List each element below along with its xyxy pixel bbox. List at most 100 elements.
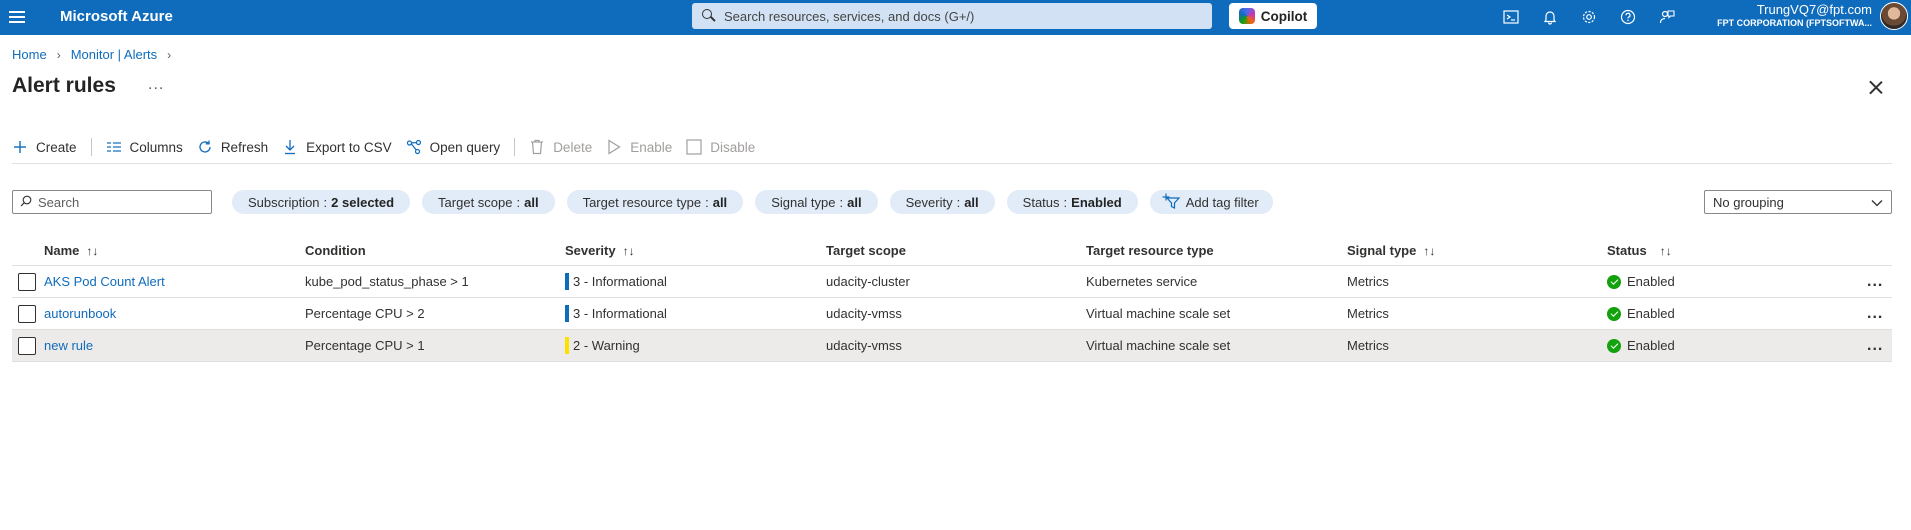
create-label: Create [36, 139, 77, 155]
filter-pills: Subscription:2 selected Target scope: all… [232, 190, 1273, 214]
disable-button[interactable]: Disable [686, 139, 755, 155]
alert-rules-table: Name ↑↓ Condition Severity ↑↓ Target scope… [12, 236, 1892, 362]
search-icon [702, 9, 716, 23]
command-bar: Create Columns Refresh Export to CSV Ope… [12, 135, 769, 159]
refresh-label: Refresh [220, 139, 269, 155]
filter-separator: : [1063, 194, 1068, 210]
filter-label: Subscription [248, 194, 320, 210]
more-options-icon[interactable]: ... [148, 76, 164, 94]
cloud-shell-icon[interactable] [1500, 6, 1522, 28]
status-filter[interactable]: Status: Enabled [1006, 190, 1138, 214]
severity-label: 3 - Informational [573, 274, 667, 289]
brand-title[interactable]: Microsoft Azure [60, 8, 173, 25]
table-row[interactable]: autorunbook Percentage CPU > 2 3 - Infor… [12, 298, 1892, 330]
table-row[interactable]: new rule Percentage CPU > 1 2 - Warning … [12, 330, 1892, 362]
breadcrumb: Home › Monitor | Alerts › [12, 47, 181, 62]
global-search-input[interactable]: Search resources, services, and docs (G+… [692, 3, 1212, 29]
rule-target-resource-type: Virtual machine scale set [1086, 338, 1231, 353]
column-header-target-scope: Target scope [826, 243, 906, 258]
search-input[interactable] [38, 194, 208, 210]
column-header-condition: Condition [305, 243, 366, 258]
status-label: Enabled [1627, 306, 1675, 321]
column-header-severity[interactable]: Severity ↑↓ [565, 243, 635, 258]
settings-icon[interactable] [1578, 6, 1600, 28]
stop-icon [686, 139, 702, 155]
row-checkbox[interactable] [18, 304, 36, 323]
rule-target-scope: udacity-vmss [826, 338, 902, 353]
column-header-label: Name [44, 243, 80, 258]
toolbar-divider [90, 138, 92, 156]
help-icon[interactable] [1617, 6, 1639, 28]
grouping-dropdown[interactable]: No grouping [1704, 190, 1892, 214]
column-header-label: Signal type [1347, 243, 1417, 258]
breadcrumb-home[interactable]: Home [12, 47, 47, 62]
copilot-button[interactable]: Copilot [1229, 3, 1317, 29]
filter-separator: : [956, 194, 961, 210]
row-more-options-icon[interactable]: ... [1867, 337, 1883, 355]
download-icon [282, 139, 298, 155]
row-more-options-icon[interactable]: ... [1867, 273, 1883, 291]
rule-status: Enabled [1607, 338, 1675, 353]
rule-name-link[interactable]: AKS Pod Count Alert [44, 274, 165, 289]
delete-button[interactable]: Delete [529, 139, 592, 155]
filter-value: all [964, 194, 979, 210]
rule-target-resource-type: Virtual machine scale set [1086, 306, 1231, 321]
breadcrumb-monitor-alerts[interactable]: Monitor | Alerts [71, 47, 157, 62]
menu-icon[interactable] [9, 9, 25, 25]
filter-value: all [712, 194, 728, 210]
search-icon [20, 195, 32, 210]
export-csv-label: Export to CSV [306, 139, 392, 155]
column-header-status[interactable]: Status ↑↓ [1607, 243, 1672, 258]
open-query-button[interactable]: Open query [406, 139, 500, 155]
add-filter-icon [1162, 193, 1181, 212]
trash-icon [529, 139, 545, 155]
sort-icon: ↑↓ [1659, 243, 1672, 258]
chevron-right-icon: › [167, 47, 172, 62]
filter-label: Signal type [771, 194, 836, 210]
subscription-filter[interactable]: Subscription:2 selected [232, 190, 411, 214]
filter-label: Target resource type [582, 194, 702, 210]
target-resource-type-filter[interactable]: Target resource type: all [566, 190, 744, 214]
row-checkbox[interactable] [18, 272, 36, 291]
refresh-button[interactable]: Refresh [197, 139, 268, 155]
feedback-icon[interactable] [1656, 6, 1678, 28]
filter-value: 2 selected [331, 194, 395, 210]
sort-icon: ↑↓ [86, 244, 99, 258]
query-icon [406, 139, 422, 155]
signal-type-filter[interactable]: Signal type: all [755, 190, 878, 214]
table-row[interactable]: AKS Pod Count Alert kube_pod_status_phas… [12, 266, 1892, 298]
row-checkbox[interactable] [18, 336, 36, 355]
close-icon[interactable] [1866, 78, 1886, 98]
column-header-name[interactable]: Name ↑↓ [44, 243, 98, 258]
rule-status: Enabled [1607, 274, 1675, 289]
column-header-signal-type[interactable]: Signal type ↑↓ [1347, 243, 1435, 258]
notifications-icon[interactable] [1539, 6, 1561, 28]
columns-button[interactable]: Columns [106, 139, 183, 155]
filter-label: Target scope [438, 194, 513, 210]
column-header-target-resource-type: Target resource type [1086, 243, 1214, 258]
column-header-label: Status [1607, 243, 1647, 258]
check-circle-icon [1607, 306, 1621, 321]
enable-button[interactable]: Enable [606, 139, 672, 155]
rule-target-scope: udacity-vmss [826, 306, 902, 321]
export-csv-button[interactable]: Export to CSV [282, 139, 392, 155]
target-scope-filter[interactable]: Target scope: all [422, 190, 555, 214]
status-label: Enabled [1627, 274, 1675, 289]
add-tag-filter-button[interactable]: Add tag filter [1149, 190, 1273, 214]
filter-value: all [847, 194, 862, 210]
severity-filter[interactable]: Severity: all [889, 190, 995, 214]
refresh-icon [197, 139, 213, 155]
account-org: FPT CORPORATION (FPTSOFTWA... [1717, 18, 1872, 28]
filter-label: Status [1022, 194, 1060, 210]
avatar[interactable] [1880, 2, 1908, 30]
rule-name-link[interactable]: autorunbook [44, 306, 116, 321]
rule-condition: Percentage CPU > 1 [305, 338, 425, 353]
severity-indicator [565, 337, 569, 354]
search-field[interactable] [12, 190, 212, 214]
create-button[interactable]: Create [12, 139, 77, 155]
account-info[interactable]: TrungVQ7@fpt.com FPT CORPORATION (FPTSOF… [1700, 2, 1872, 28]
rule-condition: kube_pod_status_phase > 1 [305, 274, 469, 289]
columns-label: Columns [129, 139, 183, 155]
rule-name-link[interactable]: new rule [44, 338, 93, 353]
row-more-options-icon[interactable]: ... [1867, 305, 1883, 323]
